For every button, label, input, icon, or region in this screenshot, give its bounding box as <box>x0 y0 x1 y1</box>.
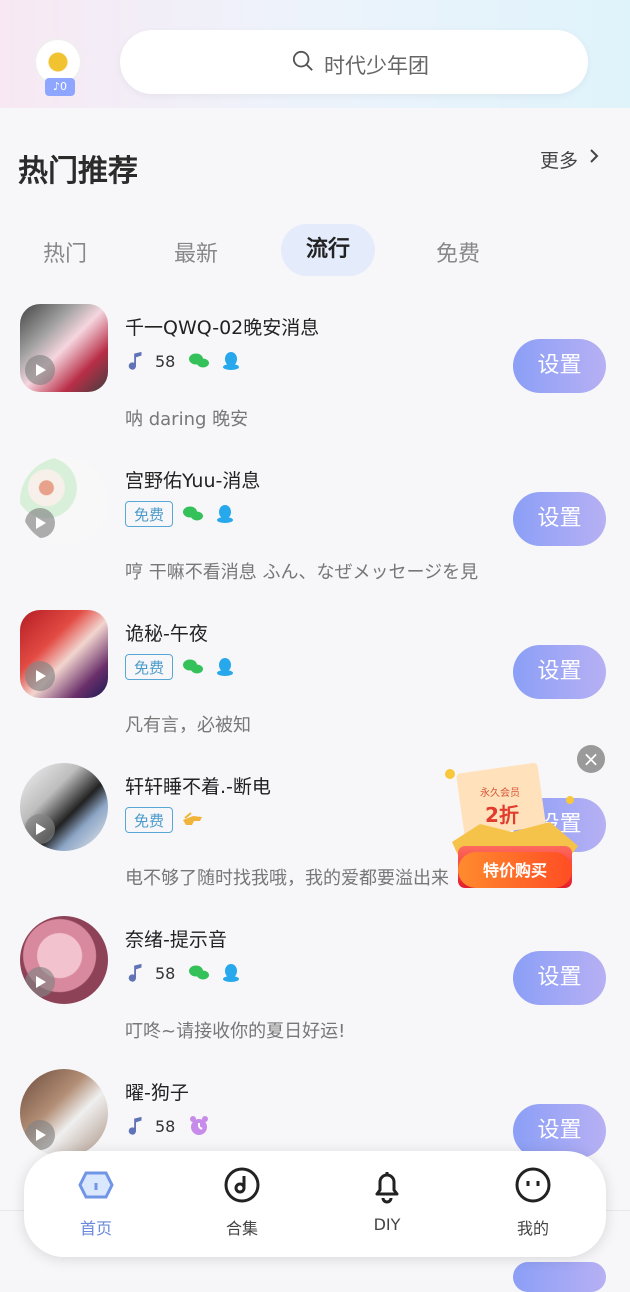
song-description: 呐 daring 晚安 <box>125 409 249 430</box>
song-description: 叮咚~请接收你的夏日好运! <box>125 1021 346 1042</box>
home-icon <box>78 1171 114 1199</box>
nav-home[interactable]: 首页 <box>60 1165 132 1239</box>
free-badge: 免费 <box>125 654 174 680</box>
nav-diy[interactable]: DIY <box>351 1165 423 1234</box>
song-cover[interactable] <box>20 763 108 851</box>
set-button[interactable]: 设置 <box>513 645 606 699</box>
search-icon <box>292 50 313 71</box>
vip-promo-gift[interactable]: 永久会员 2折 特价购买 <box>440 760 590 904</box>
tab-hot[interactable]: 热门 <box>43 236 87 268</box>
song-meta: 免费 <box>125 652 237 682</box>
qq-icon <box>217 505 234 523</box>
avatar-music-badge: ♪0 <box>45 78 75 96</box>
search-box[interactable]: 时代少年团 <box>120 30 588 94</box>
song-cover[interactable] <box>20 916 108 1004</box>
song-cover[interactable] <box>20 610 108 698</box>
nav-home-label: 首页 <box>79 1219 112 1238</box>
song-meta: 免费 <box>125 805 205 835</box>
wechat-icon <box>183 506 204 521</box>
promo-discount: 2折 <box>485 803 519 827</box>
list-item[interactable]: 宫野佑Yuu-消息 免费 哼 干嘛不看消息 ふん、なぜメッセージを見 设置 <box>0 445 630 599</box>
list-item[interactable]: 诡秘-午夜 免费 凡有言，必被知 设置 <box>0 598 630 752</box>
song-meta: 免费 <box>125 499 237 529</box>
bell-icon <box>375 1172 399 1204</box>
music-note-icon <box>128 351 142 370</box>
play-icon[interactable] <box>25 661 55 691</box>
song-meta: 58 <box>125 958 243 988</box>
nav-profile-label: 我的 <box>516 1219 549 1238</box>
set-button[interactable]: 设置 <box>513 1104 606 1158</box>
play-icon[interactable] <box>25 967 55 997</box>
song-cover[interactable] <box>20 304 108 392</box>
list-item[interactable]: 奈绪-提示音 58 叮咚~请接收你的夏日好运! 设置 <box>0 904 630 1058</box>
free-badge: 免费 <box>125 807 174 833</box>
play-icon[interactable] <box>25 355 55 385</box>
free-badge: 免费 <box>125 501 174 527</box>
song-description: 电不够了随时找我哦，我的爱都要溢出来 <box>125 868 449 889</box>
nav-profile[interactable]: 我的 <box>497 1165 569 1239</box>
smiley-face-icon <box>515 1167 551 1203</box>
nav-diy-label: DIY <box>373 1215 401 1234</box>
tab-new[interactable]: 最新 <box>174 236 218 268</box>
search-placeholder: 时代少年团 <box>324 54 429 78</box>
partial-set-button[interactable] <box>513 1262 606 1292</box>
more-link[interactable]: 更多 <box>540 146 578 173</box>
song-meta: 58 <box>125 1111 211 1141</box>
list-item[interactable]: 千一QWQ-02晚安消息 58 呐 daring 晚安 设置 <box>0 292 630 446</box>
play-icon[interactable] <box>25 814 55 844</box>
top-bar: ♪0 时代少年团 <box>0 0 630 108</box>
play-count: 58 <box>155 1116 176 1136</box>
play-icon[interactable] <box>25 508 55 538</box>
nav-collection[interactable]: 合集 <box>206 1165 278 1239</box>
nav-collection-label: 合集 <box>225 1219 258 1238</box>
qq-icon <box>223 964 240 982</box>
music-disc-icon <box>224 1167 260 1203</box>
wechat-icon <box>189 965 210 980</box>
promo-title: 永久会员 <box>480 786 520 799</box>
song-title: 奈绪-提示音 <box>125 929 227 951</box>
song-cover[interactable] <box>20 457 108 545</box>
set-button[interactable]: 设置 <box>513 951 606 1005</box>
play-icon[interactable] <box>25 1120 55 1150</box>
bottom-navigation: 首页 合集 DIY 我的 <box>24 1151 606 1257</box>
set-button[interactable]: 设置 <box>513 492 606 546</box>
tab-popular[interactable]: 流行 <box>281 224 375 276</box>
song-title: 千一QWQ-02晚安消息 <box>125 317 320 339</box>
song-title: 轩轩睡不着.-断电 <box>125 776 271 798</box>
play-count: 58 <box>155 963 176 983</box>
music-note-icon <box>128 1116 142 1135</box>
qq-icon <box>217 658 234 676</box>
tab-free[interactable]: 免费 <box>436 236 480 268</box>
wechat-icon <box>189 353 210 368</box>
main-content: 热门推荐 更多 热门 最新 流行 免费 千一QWQ-02晚安消息 58 呐 da… <box>0 108 630 1280</box>
qq-icon <box>223 352 240 370</box>
set-button[interactable]: 设置 <box>513 339 606 393</box>
section-title: 热门推荐 <box>18 154 138 189</box>
song-title: 宫野佑Yuu-消息 <box>125 470 261 492</box>
song-cover[interactable] <box>20 1069 108 1157</box>
chevron-right-icon[interactable] <box>586 148 602 164</box>
song-description: 哼 干嘛不看消息 ふん、なぜメッセージを見 <box>125 562 479 583</box>
wechat-icon <box>183 659 204 674</box>
pointing-hand-icon <box>183 812 203 825</box>
music-note-icon <box>128 963 142 982</box>
song-description: 凡有言，必被知 <box>125 715 251 736</box>
play-count: 58 <box>155 351 176 371</box>
alarm-clock-icon <box>190 1116 209 1135</box>
promo-buy-button: 特价购买 <box>483 861 547 880</box>
song-meta: 58 <box>125 346 243 376</box>
song-title: 诡秘-午夜 <box>125 623 208 645</box>
song-title: 曜-狗子 <box>125 1082 189 1104</box>
